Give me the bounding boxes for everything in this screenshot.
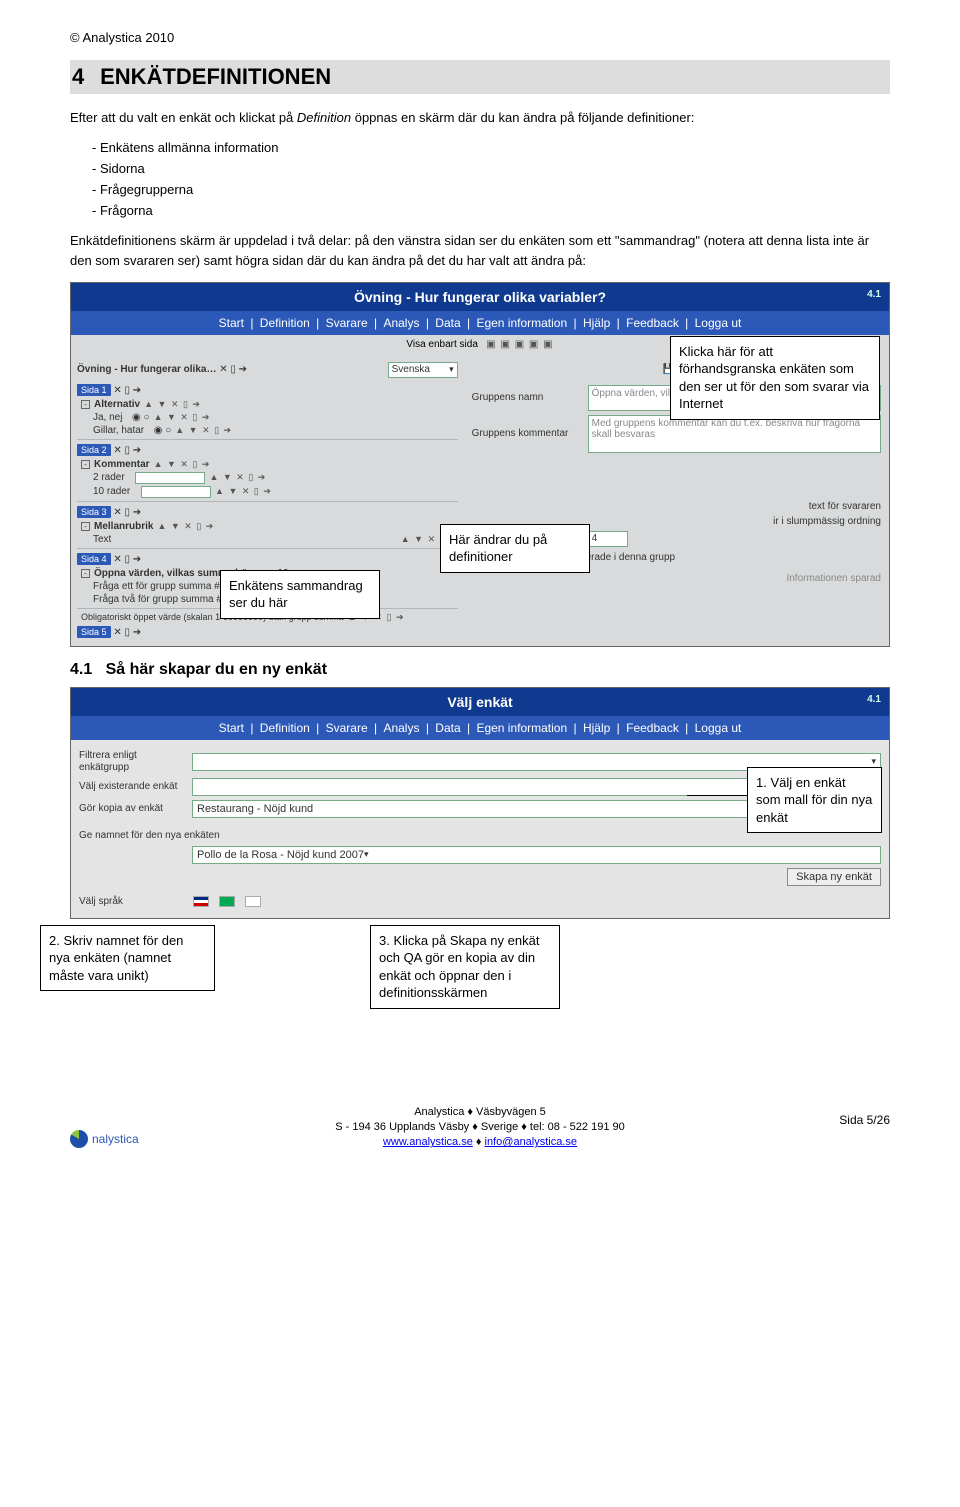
callout-summary: Enkätens sammandrag ser du här xyxy=(220,570,380,619)
flag-uk-icon[interactable] xyxy=(193,896,209,907)
menu-item[interactable]: Start xyxy=(219,316,244,330)
callout-defs: Här ändrar du på definitioner xyxy=(440,524,590,573)
list-item: Frågegrupperna xyxy=(110,180,890,201)
app-titlebar: Välj enkät 4.1 xyxy=(71,688,889,716)
section-title: ENKÄTDEFINITIONEN xyxy=(100,64,331,89)
footer-line1: Analystica ♦ Väsbyvägen 5 xyxy=(70,1105,890,1120)
section-number: 4 xyxy=(72,64,94,90)
menu-item[interactable]: Egen information xyxy=(476,316,567,330)
brand-logo: nalystica xyxy=(70,1130,139,1148)
menu-item[interactable]: Definition xyxy=(260,316,310,330)
menu-item[interactable]: Analys xyxy=(383,721,419,735)
side-tag[interactable]: Sida 3 xyxy=(77,506,111,518)
tree-item[interactable]: -Mellanrubrik ▲ ▼ ✕ ▯ ➔ xyxy=(77,520,458,533)
field-label: Gruppens namn xyxy=(472,392,582,403)
subsection-heading: 4.1 Så här skapar du en ny enkät xyxy=(70,661,890,679)
paragraph-2: Enkätdefinitionens skärm är uppdelad i t… xyxy=(70,231,890,271)
app-title: Övning - Hur fungerar olika variabler? xyxy=(354,289,606,305)
field-label: Välj språk xyxy=(79,896,184,908)
tree-row: 2 rader xyxy=(93,472,125,483)
copyright-text: © Analystica 2010 xyxy=(70,30,890,45)
field-label: Ge namnet för den nya enkäten xyxy=(79,830,220,842)
tree-item[interactable]: -Kommentar ▲ ▼ ✕ ▯ ➔ xyxy=(77,458,458,471)
footer-link-web[interactable]: www.analystica.se xyxy=(383,1136,473,1148)
tree-item[interactable]: -Alternativ ▲ ▼ ✕ ▯ ➔ xyxy=(77,398,458,411)
brand-text: nalystica xyxy=(92,1132,139,1146)
intro-paragraph: Efter att du valt en enkät och klickat p… xyxy=(70,108,890,128)
callout-preview: Klicka här för att förhandsgranska enkät… xyxy=(670,336,880,420)
field-text: text för svararen xyxy=(809,501,881,512)
menu-item[interactable]: Start xyxy=(219,721,244,735)
menu-item[interactable]: Data xyxy=(435,721,460,735)
side-tag[interactable]: Sida 1 xyxy=(77,384,111,396)
page-number-input[interactable]: 4 xyxy=(588,531,628,547)
field-label: Gruppens kommentar xyxy=(472,428,582,439)
app-version: 4.1 xyxy=(867,694,881,705)
tree-row: Ja, nej xyxy=(93,412,122,423)
menu-item[interactable]: Data xyxy=(435,316,460,330)
subsection-number: 4.1 xyxy=(70,661,92,678)
field-label: Filtrera enligt enkätgrupp xyxy=(79,750,184,774)
definition-list: Enkätens allmänna information Sidorna Fr… xyxy=(110,138,890,221)
subsection-title: Så här skapar du en ny enkät xyxy=(106,661,327,678)
screenshot-2-wrap: Välj enkät 4.1 Start | Definition | Svar… xyxy=(70,687,890,919)
language-select[interactable]: Svenska xyxy=(388,362,458,378)
app-titlebar: Övning - Hur fungerar olika variabler? 4… xyxy=(71,283,889,311)
callout-step3: 3. Klicka på Skapa ny enkät och QA gör e… xyxy=(370,925,560,1009)
create-button[interactable]: Skapa ny enkät xyxy=(787,868,881,886)
toolbar-icons[interactable]: ▣ ▣ ▣ ▣ ▣ xyxy=(486,339,553,350)
menu-item[interactable]: Svarare xyxy=(326,316,368,330)
app-menubar: Start | Definition | Svarare | Analys | … xyxy=(71,311,889,335)
screenshot-1-wrap: Övning - Hur fungerar olika variabler? 4… xyxy=(70,282,890,647)
page-number: Sida 5/26 xyxy=(839,1113,890,1127)
group-comment-input[interactable]: Med gruppens kommentar kan du t.ex. besk… xyxy=(588,415,881,453)
menu-item[interactable]: Svarare xyxy=(326,721,368,735)
menu-item[interactable]: Logga ut xyxy=(695,721,742,735)
field-label: Välj existerande enkät xyxy=(79,781,184,793)
logo-mark-icon xyxy=(70,1130,88,1148)
section-heading: 4 ENKÄTDEFINITIONEN xyxy=(70,60,890,94)
field-label: Gör kopia av enkät xyxy=(79,803,184,815)
list-item: Frågorna xyxy=(110,201,890,222)
tree-row: Text xyxy=(93,534,111,545)
side-tag[interactable]: Sida 4 xyxy=(77,553,111,565)
app-title: Välj enkät xyxy=(447,694,512,710)
visa-label: Visa enbart sida xyxy=(406,339,478,350)
page-footer: Analystica ♦ Väsbyvägen 5 S - 194 36 Upp… xyxy=(70,1105,890,1151)
footer-line2: S - 194 36 Upplands Väsby ♦ Sverige ♦ te… xyxy=(70,1120,890,1135)
list-item: Enkätens allmänna information xyxy=(110,138,890,159)
left-header-title: Övning - Hur fungerar olika… xyxy=(77,364,216,375)
saved-text: Informationen sparad xyxy=(472,573,881,584)
app-menubar: Start | Definition | Svarare | Analys | … xyxy=(71,716,889,740)
callout-step1: 1. Välj en enkät som mall för din nya en… xyxy=(747,767,882,834)
side-tag[interactable]: Sida 5 xyxy=(77,626,111,638)
menu-item[interactable]: Hjälp xyxy=(583,721,610,735)
flag-se-icon[interactable] xyxy=(219,896,235,907)
menu-item[interactable]: Feedback xyxy=(626,316,679,330)
field-text: ir i slumpmässig ordning xyxy=(773,516,881,527)
menu-item[interactable]: Definition xyxy=(260,721,310,735)
name-input[interactable]: Pollo de la Rosa - Nöjd kund 2007 xyxy=(192,846,881,864)
menu-item[interactable]: Hjälp xyxy=(583,316,610,330)
app-version: 4.1 xyxy=(867,289,881,300)
callout-step2: 2. Skriv namnet för den nya enkäten (nam… xyxy=(40,925,215,992)
list-item: Sidorna xyxy=(110,159,890,180)
menu-item[interactable]: Feedback xyxy=(626,721,679,735)
tree-row: 10 rader xyxy=(93,486,130,497)
flag-fi-icon[interactable] xyxy=(245,896,261,907)
tree-row: Gillar, hatar xyxy=(93,425,144,436)
menu-item[interactable]: Egen information xyxy=(476,721,567,735)
menu-item[interactable]: Analys xyxy=(383,316,419,330)
menu-item[interactable]: Logga ut xyxy=(695,316,742,330)
side-tag[interactable]: Sida 2 xyxy=(77,444,111,456)
footer-link-email[interactable]: info@analystica.se xyxy=(485,1136,578,1148)
